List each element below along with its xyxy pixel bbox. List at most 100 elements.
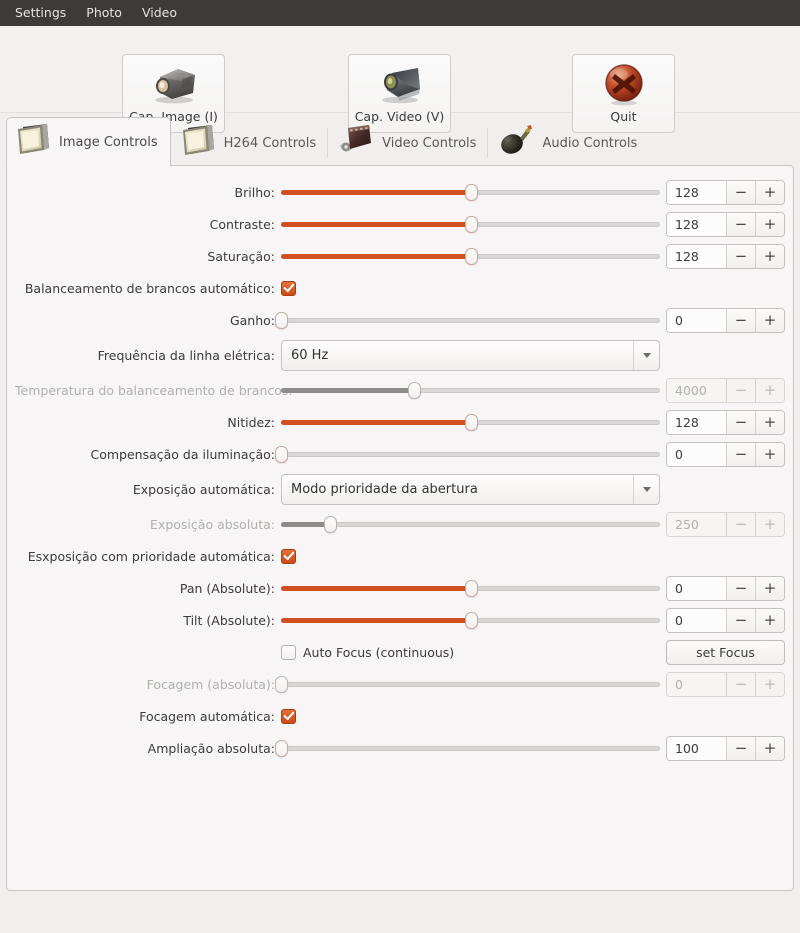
- spin-increment-button[interactable]: +: [755, 212, 784, 236]
- spinbutton-focagem-absoluta[interactable]: 0 − +: [666, 671, 785, 697]
- combobox-frequencia-linha-eletrica[interactable]: 60 Hz: [281, 339, 660, 371]
- checkbox-balanceamento-brancos-automatico[interactable]: [281, 280, 296, 296]
- spin-value[interactable]: 128: [667, 244, 726, 268]
- slider-fill: [281, 254, 471, 259]
- slider-saturacao[interactable]: [281, 247, 660, 265]
- slider-handle[interactable]: [275, 312, 288, 329]
- spin-increment-button[interactable]: +: [755, 512, 784, 536]
- slider-compensacao-iluminacao[interactable]: [275, 445, 660, 463]
- spin-decrement-button[interactable]: −: [726, 672, 755, 696]
- slider-handle[interactable]: [275, 676, 288, 693]
- slider-pan-absolute[interactable]: [281, 579, 660, 597]
- slider-handle[interactable]: [275, 446, 288, 463]
- slider-ampliacao-absoluta[interactable]: [275, 739, 660, 757]
- spinbutton-compensacao-iluminacao[interactable]: 0 − +: [666, 441, 785, 467]
- tab-audio-controls[interactable]: Audio Controls: [489, 119, 650, 166]
- slider-contraste[interactable]: [281, 215, 660, 233]
- spin-decrement-button[interactable]: −: [726, 244, 755, 268]
- slider-focagem-absoluta[interactable]: [275, 675, 660, 693]
- control-label: Exposição automática:: [132, 481, 275, 497]
- spin-value[interactable]: 128: [667, 180, 726, 204]
- spin-decrement-button[interactable]: −: [726, 180, 755, 204]
- menu-video[interactable]: Video: [133, 4, 186, 23]
- slider-handle[interactable]: [464, 580, 478, 597]
- set-focus-button[interactable]: set Focus: [666, 639, 785, 665]
- spin-increment-button[interactable]: +: [755, 308, 784, 332]
- spin-value[interactable]: 0: [667, 576, 726, 600]
- menu-settings[interactable]: Settings: [6, 4, 75, 23]
- slider-handle[interactable]: [464, 612, 478, 629]
- spin-value[interactable]: 128: [667, 212, 726, 236]
- slider-tilt-absolute[interactable]: [281, 611, 660, 629]
- spin-increment-button[interactable]: +: [755, 442, 784, 466]
- tab-video-controls[interactable]: Video Controls: [329, 119, 489, 166]
- slider-track: [281, 746, 660, 751]
- spinbutton-brilho[interactable]: 128 − +: [666, 179, 785, 205]
- spin-value[interactable]: 0: [667, 672, 726, 696]
- spin-increment-button[interactable]: +: [755, 180, 784, 204]
- chevron-down-icon[interactable]: [633, 474, 659, 504]
- slider-handle[interactable]: [407, 382, 421, 399]
- spin-decrement-button[interactable]: −: [726, 378, 755, 402]
- spinbutton-nitidez[interactable]: 128 − +: [666, 409, 785, 435]
- spin-value[interactable]: 100: [667, 736, 726, 760]
- control-widget: [281, 515, 660, 533]
- spin-decrement-button[interactable]: −: [726, 608, 755, 632]
- slider-handle[interactable]: [324, 516, 338, 533]
- control-row-ganho: Ganho: 0 − +: [15, 304, 785, 336]
- spinbutton-temperatura-balanceamento-brancos[interactable]: 4000 − +: [666, 377, 785, 403]
- slider-handle[interactable]: [275, 740, 288, 757]
- spin-increment-button[interactable]: +: [755, 608, 784, 632]
- spinbutton-ganho[interactable]: 0 − +: [666, 307, 785, 333]
- spin-value[interactable]: 0: [667, 608, 726, 632]
- spinbutton-saturacao[interactable]: 128 − +: [666, 243, 785, 269]
- checkbox-focagem-automatica[interactable]: [281, 708, 296, 724]
- spin-increment-button[interactable]: +: [755, 410, 784, 434]
- spinbutton-contraste[interactable]: 128 − +: [666, 211, 785, 237]
- control-value: 0 − +: [660, 307, 785, 333]
- menu-photo[interactable]: Photo: [77, 4, 131, 23]
- slider-handle[interactable]: [464, 216, 478, 233]
- spinbutton-exposicao-absoluta[interactable]: 250 − +: [666, 511, 785, 537]
- slider-nitidez[interactable]: [281, 413, 660, 431]
- spin-decrement-button[interactable]: −: [726, 512, 755, 536]
- tab-image-controls[interactable]: Image Controls: [6, 117, 171, 167]
- spin-decrement-button[interactable]: −: [726, 576, 755, 600]
- slider-handle[interactable]: [464, 184, 478, 201]
- spin-decrement-button[interactable]: −: [726, 410, 755, 434]
- checkbox-indicator[interactable]: [281, 548, 296, 564]
- control-widget: [281, 247, 660, 265]
- checkbox-exposicao-prioridade-automatica[interactable]: [281, 548, 296, 564]
- checkbox-indicator[interactable]: [281, 708, 296, 724]
- combobox-exposicao-automatica[interactable]: Modo prioridade da abertura: [281, 473, 660, 505]
- spin-value[interactable]: 128: [667, 410, 726, 434]
- spin-value[interactable]: 4000: [667, 378, 726, 402]
- slider-handle[interactable]: [464, 248, 478, 265]
- spin-decrement-button[interactable]: −: [726, 442, 755, 466]
- tab-h264-controls[interactable]: H264 Controls: [171, 119, 330, 166]
- spin-value[interactable]: 0: [667, 308, 726, 332]
- slider-ganho[interactable]: [275, 311, 660, 329]
- chevron-down-icon[interactable]: [633, 340, 659, 370]
- spin-increment-button[interactable]: +: [755, 736, 784, 760]
- spinbutton-tilt-absolute[interactable]: 0 − +: [666, 607, 785, 633]
- spin-decrement-button[interactable]: −: [726, 212, 755, 236]
- slider-handle[interactable]: [464, 414, 478, 431]
- control-widget: [281, 381, 660, 399]
- checkbox-indicator[interactable]: [281, 644, 296, 660]
- slider-temperatura-balanceamento-brancos[interactable]: [281, 381, 660, 399]
- spin-value[interactable]: 0: [667, 442, 726, 466]
- spin-increment-button[interactable]: +: [755, 672, 784, 696]
- spin-decrement-button[interactable]: −: [726, 308, 755, 332]
- spin-increment-button[interactable]: +: [755, 378, 784, 402]
- spin-value[interactable]: 250: [667, 512, 726, 536]
- spinbutton-pan-absolute[interactable]: 0 − +: [666, 575, 785, 601]
- slider-brilho[interactable]: [281, 183, 660, 201]
- spin-increment-button[interactable]: +: [755, 244, 784, 268]
- spin-decrement-button[interactable]: −: [726, 736, 755, 760]
- slider-exposicao-absoluta[interactable]: [281, 515, 660, 533]
- checkbox-auto-focus-continuous[interactable]: Auto Focus (continuous): [281, 644, 454, 660]
- spin-increment-button[interactable]: +: [755, 576, 784, 600]
- spinbutton-ampliacao-absoluta[interactable]: 100 − +: [666, 735, 785, 761]
- checkbox-indicator[interactable]: [281, 280, 296, 296]
